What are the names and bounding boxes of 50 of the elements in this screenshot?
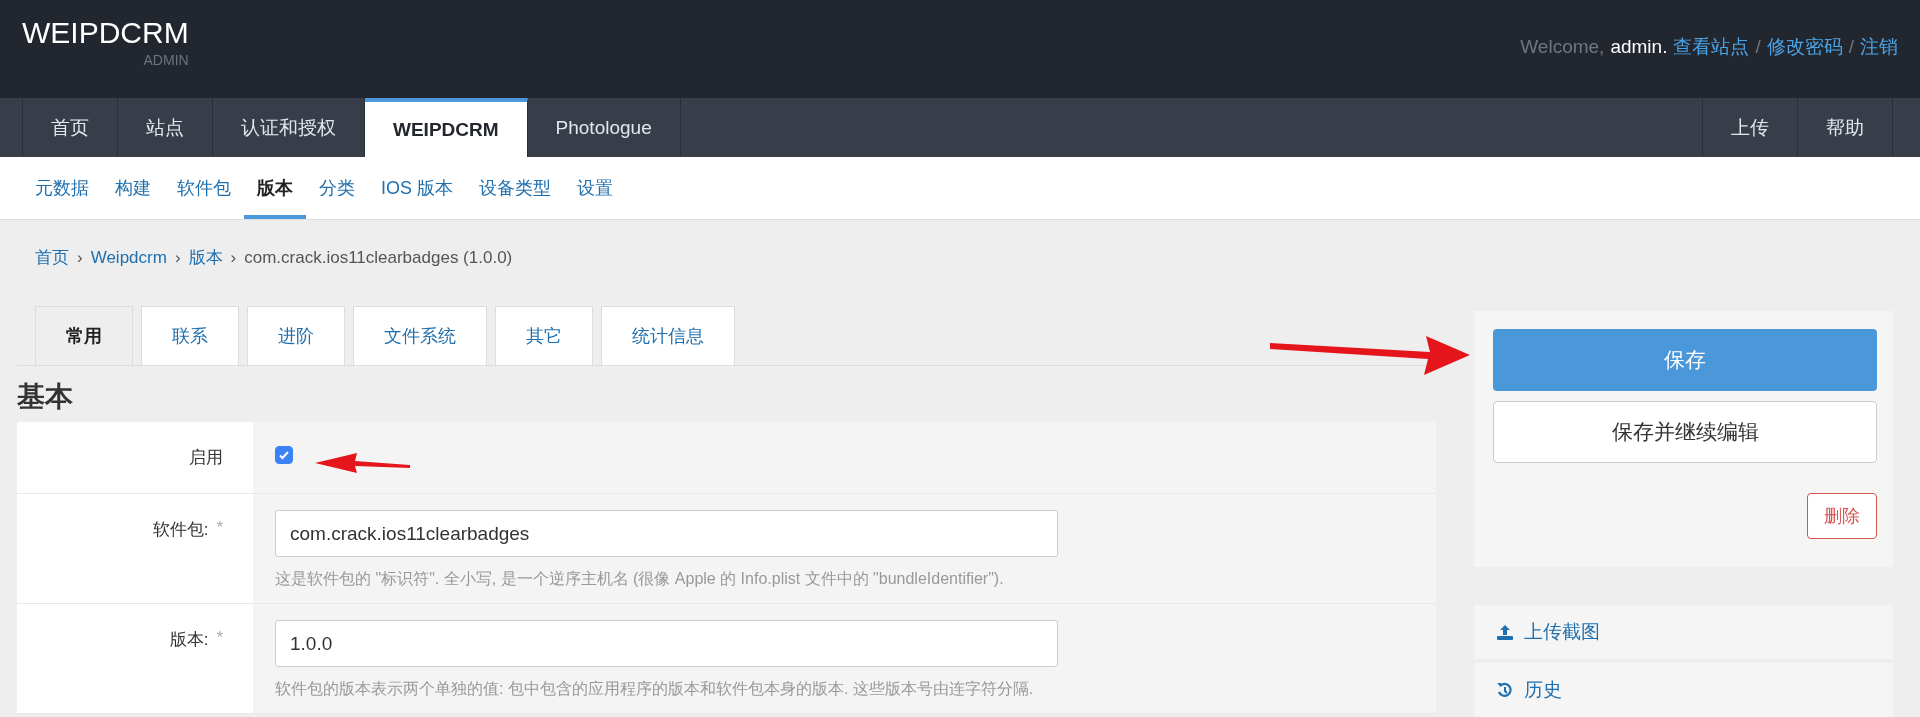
text-input[interactable]: com.crack.ios11clearbadges <box>275 510 1058 557</box>
tab[interactable]: 统计信息 <box>601 306 735 365</box>
brand-title: WEIPDCRM <box>22 15 189 51</box>
breadcrumb-separator: › <box>230 248 237 268</box>
required-mark: * <box>216 518 223 539</box>
tab[interactable]: 联系 <box>141 306 239 365</box>
side-link[interactable]: 历史 <box>1474 663 1893 717</box>
header-link[interactable]: 查看站点 <box>1673 34 1750 60</box>
welcome-text: Welcome, <box>1520 36 1605 58</box>
subnav-item[interactable]: 版本 <box>244 157 306 219</box>
checkbox[interactable] <box>275 446 293 464</box>
separator: / <box>1755 36 1761 58</box>
tab[interactable]: 文件系统 <box>353 306 487 365</box>
breadcrumb-current: com.crack.ios11clearbadges (1.0.0) <box>244 248 513 268</box>
subnav-item[interactable]: 设置 <box>564 157 626 219</box>
field-label: 软件包: <box>152 519 209 541</box>
tab[interactable]: 其它 <box>495 306 593 365</box>
subnav-item[interactable]: 构建 <box>102 157 164 219</box>
delete-button[interactable]: 删除 <box>1807 493 1877 539</box>
subnav-item[interactable]: 元数据 <box>22 157 102 219</box>
field-label: 启用 <box>189 447 223 469</box>
user-name: admin. <box>1610 36 1668 58</box>
breadcrumb-separator: › <box>174 248 181 268</box>
save-button[interactable]: 保存 <box>1493 329 1877 391</box>
field-label: 版本: <box>169 629 209 651</box>
subnav-item[interactable]: 分类 <box>306 157 368 219</box>
history-icon <box>1496 681 1514 699</box>
help-text: 这是软件包的 "标识符". 全小写, 是一个逆序主机名 (很像 Apple 的 Info.plist 文件中的 "bundleIdentifier"). <box>275 569 1005 589</box>
brand-subtitle: ADMIN <box>143 52 189 68</box>
nav-tab[interactable]: WEIPDCRM <box>365 98 528 157</box>
header-link[interactable]: 注销 <box>1860 34 1898 60</box>
check-icon <box>278 449 290 461</box>
required-mark: * <box>216 628 223 649</box>
subnav-item[interactable]: IOS 版本 <box>368 157 466 219</box>
tab[interactable]: 进阶 <box>247 306 345 365</box>
section-title: 基本 <box>17 380 74 414</box>
breadcrumb-link[interactable]: 版本 <box>188 246 223 269</box>
header-link[interactable]: 修改密码 <box>1766 34 1843 60</box>
side-link[interactable]: 上传截图 <box>1474 605 1893 659</box>
breadcrumb-separator: › <box>77 248 83 268</box>
help-text: 软件包的版本表示两个单独的值: 包中包含的应用程序的版本和软件包本身的版本. 这些版本号由连字符分隔. <box>275 679 1035 699</box>
subnav-item[interactable]: 软件包 <box>164 157 244 219</box>
upload-icon <box>1496 623 1514 641</box>
breadcrumb-link[interactable]: 首页 <box>35 246 69 269</box>
subnav-item[interactable]: 设备类型 <box>466 157 564 219</box>
separator: / <box>1848 36 1854 58</box>
breadcrumb-link[interactable]: Weipdcrm <box>90 248 167 268</box>
tab[interactable]: 常用 <box>35 306 133 365</box>
save-continue-button[interactable]: 保存并继续编辑 <box>1493 401 1877 463</box>
text-input[interactable]: 1.0.0 <box>275 620 1058 667</box>
